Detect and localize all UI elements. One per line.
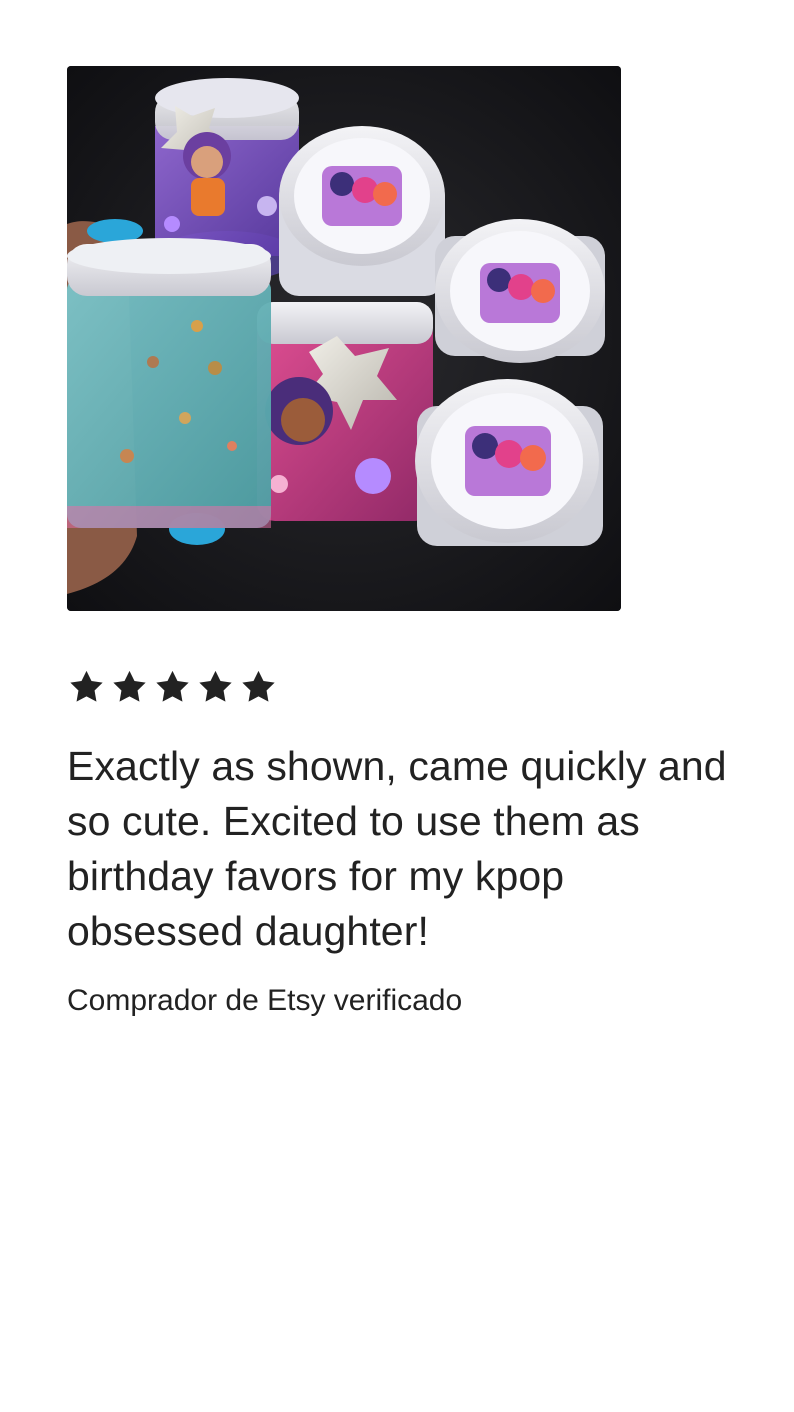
- review-text: Exactly as shown, came quickly and so cu…: [67, 743, 727, 954]
- star-icon: [113, 670, 146, 702]
- rating-stars: [67, 667, 747, 707]
- star-icon: [70, 670, 103, 702]
- star-icon: [156, 670, 189, 702]
- verified-buyer-label: Comprador de Etsy verificado: [67, 984, 463, 1017]
- star-icon: [199, 670, 232, 702]
- star-icon: [242, 670, 275, 702]
- review-photo-image: [67, 66, 621, 611]
- review-photo[interactable]: [67, 66, 621, 611]
- review-card: Exactly as shown, came quickly and so cu…: [67, 66, 747, 1021]
